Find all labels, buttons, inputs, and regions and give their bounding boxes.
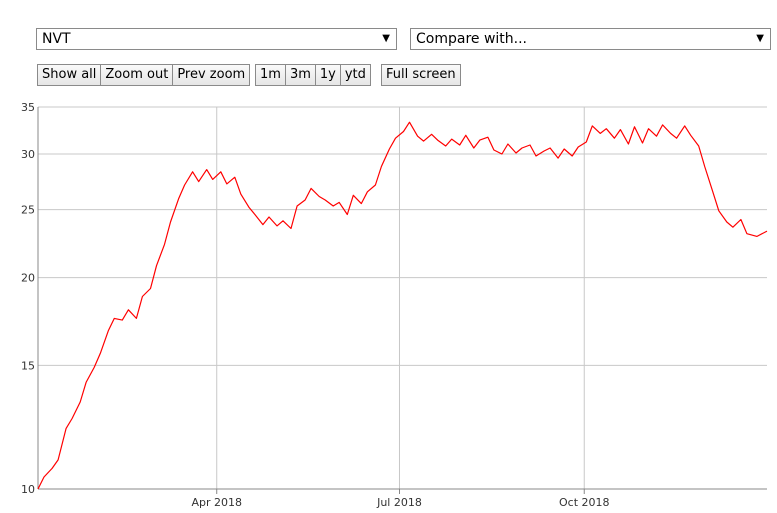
y-tick-label: 30 — [21, 148, 35, 161]
y-tick-label: 10 — [21, 483, 35, 496]
x-tick-label: Apr 2018 — [191, 496, 242, 509]
y-tick-label: 15 — [21, 359, 35, 372]
grid — [38, 106, 767, 490]
y-tick-label: 35 — [21, 101, 35, 114]
series-layer — [37, 121, 768, 490]
price-chart[interactable]: 10 15 20 25 30 35 Apr 2018 Jul 2018 Oct 2018 — [0, 0, 777, 513]
x-tick-label: Jul 2018 — [376, 496, 422, 509]
y-tick-label: 20 — [21, 272, 35, 285]
axes: 10 15 20 25 30 35 Apr 2018 Jul 2018 Oct 2018 — [21, 101, 767, 509]
price-series-line — [37, 121, 768, 490]
x-tick-label: Oct 2018 — [559, 496, 610, 509]
y-tick-label: 25 — [21, 204, 35, 217]
